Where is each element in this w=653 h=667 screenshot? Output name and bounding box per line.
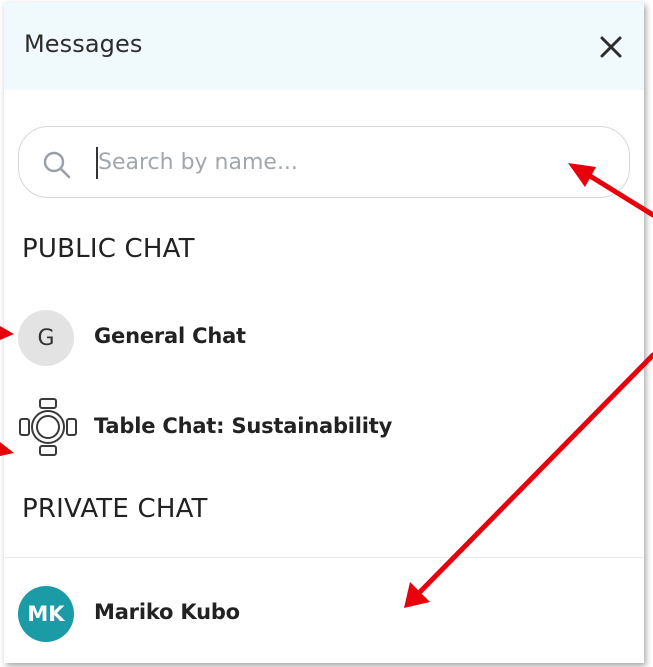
search-icon: [43, 151, 71, 179]
chat-item-label: Table Chat: Sustainability: [94, 414, 393, 438]
search-box[interactable]: [18, 126, 630, 198]
search-input[interactable]: [98, 141, 598, 183]
chat-item-mariko-kubo[interactable]: MK Mariko Kubo: [4, 569, 644, 655]
chat-item-general[interactable]: G General Chat: [4, 293, 644, 379]
close-icon[interactable]: [593, 29, 629, 65]
private-chat-heading: PRIVATE CHAT: [22, 494, 208, 524]
chat-item-label: Mariko Kubo: [94, 600, 240, 624]
messages-panel: Messages PUBLIC CHAT G General Chat: [4, 2, 644, 663]
divider: [4, 557, 644, 558]
public-chat-heading: PUBLIC CHAT: [22, 234, 195, 264]
messages-header: Messages: [4, 2, 644, 90]
avatar-initial: G: [37, 325, 55, 351]
avatar: G: [18, 310, 74, 366]
chat-item-table-sustainability[interactable]: Table Chat: Sustainability: [4, 383, 644, 469]
avatar-initials: MK: [27, 602, 65, 626]
panel-title: Messages: [24, 30, 143, 58]
chat-item-label: General Chat: [94, 324, 246, 348]
table-icon: [19, 398, 77, 456]
avatar: MK: [18, 586, 74, 642]
